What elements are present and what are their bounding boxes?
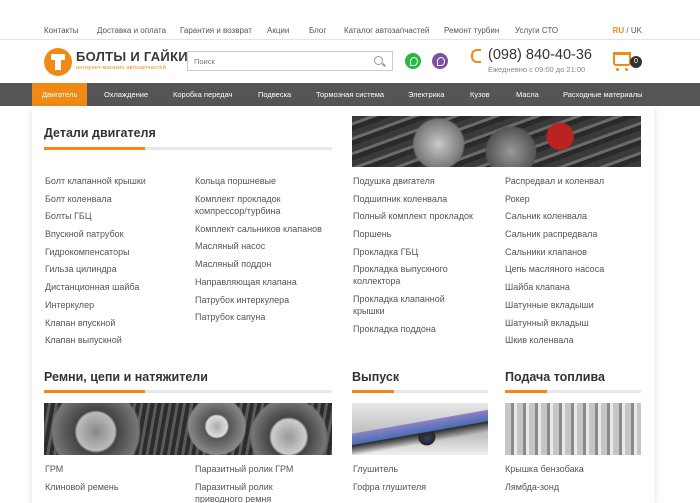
top-link-turbo-repair[interactable]: Ремонт турбин: [444, 26, 499, 35]
logo-name: БОЛТЫ И ГАЙКИ: [76, 49, 188, 64]
menu-link[interactable]: Масляный поддон: [195, 259, 271, 270]
menu-link[interactable]: Прокладка поддона: [353, 324, 436, 335]
lang-uk[interactable]: UK: [631, 26, 642, 35]
menu-link[interactable]: Подушка двигателя: [353, 176, 435, 187]
menu-link[interactable]: Подшипник коленвала: [353, 194, 447, 205]
menu-link[interactable]: приводного ремня: [195, 494, 271, 503]
top-links-bar: Контакты Доставка и оплата Гарантия и во…: [0, 0, 700, 40]
menu-link[interactable]: Паразитный ролик ГРМ: [195, 464, 293, 475]
menu-link[interactable]: Шатунные вкладыши: [505, 300, 594, 311]
menu-link[interactable]: Прокладка клапанной: [353, 294, 445, 305]
menu-link[interactable]: Полный комплект прокладок: [353, 211, 473, 222]
phone-number[interactable]: (098) 840-40-36: [488, 47, 592, 63]
menu-link[interactable]: Болт коленвала: [45, 194, 112, 205]
logo-bolt-icon: [44, 48, 72, 76]
exhaust-image: [352, 403, 488, 455]
menu-link[interactable]: Гофра глушителя: [353, 482, 426, 493]
top-link-delivery[interactable]: Доставка и оплата: [97, 26, 166, 35]
menu-link[interactable]: компрессор/турбина: [195, 206, 281, 217]
menu-link[interactable]: Глушитель: [353, 464, 398, 475]
menu-link[interactable]: Болт клапанной крышки: [45, 176, 146, 187]
menu-link[interactable]: Патрубок интеркулера: [195, 295, 289, 306]
cart-icon[interactable]: [613, 52, 631, 71]
section-underline: [505, 390, 641, 393]
search-icon[interactable]: [374, 56, 383, 65]
menu-link[interactable]: Болты ГБЦ: [45, 211, 92, 222]
menu-link[interactable]: Впускной патрубок: [45, 229, 124, 240]
menu-link[interactable]: Масляный насос: [195, 241, 265, 252]
menu-link[interactable]: Прокладка выпускного: [353, 264, 448, 275]
fuel-image: [505, 403, 641, 455]
section-underline: [44, 390, 332, 393]
nav-item-oils[interactable]: Масла: [516, 83, 539, 106]
top-link-promos[interactable]: Акции: [267, 26, 289, 35]
menu-link[interactable]: Кольца поршневые: [195, 176, 276, 187]
menu-link[interactable]: Паразитный ролик: [195, 482, 273, 493]
whatsapp-icon[interactable]: [405, 53, 421, 69]
top-link-catalog[interactable]: Каталог автозапчастей: [344, 26, 429, 35]
site-logo[interactable]: БОЛТЫ И ГАЙКИ интернет-магазин автозапча…: [44, 48, 188, 76]
section-title-engine: Детали двигателя: [44, 126, 156, 140]
menu-link[interactable]: крышки: [353, 306, 385, 317]
top-link-warranty[interactable]: Гарантия и возврат: [180, 26, 252, 35]
menu-link[interactable]: Интеркулер: [45, 300, 94, 311]
nav-item-consumables[interactable]: Расходные материалы: [563, 83, 643, 106]
menu-link[interactable]: Шатунный вкладыш: [505, 318, 589, 329]
belts-image: [44, 403, 332, 455]
menu-link[interactable]: Цепь масляного насоса: [505, 264, 604, 275]
logo-tagline: интернет-магазин автозапчастей: [76, 65, 166, 71]
section-title-fuel: Подача топлива: [505, 370, 605, 384]
nav-item-engine[interactable]: Двигатель: [32, 83, 88, 106]
menu-link[interactable]: Клиновой ремень: [45, 482, 119, 493]
nav-item-suspension[interactable]: Подвеска: [258, 83, 291, 106]
menu-link[interactable]: ГРМ: [45, 464, 63, 475]
menu-link[interactable]: коллектора: [353, 276, 400, 287]
menu-link[interactable]: Крышка бензобака: [505, 464, 584, 475]
menu-link[interactable]: Гидрокомпенсаторы: [45, 247, 130, 258]
menu-link[interactable]: Шайба клапана: [505, 282, 570, 293]
menu-link[interactable]: Сальник коленвала: [505, 211, 587, 222]
menu-link[interactable]: Клапан впускной: [45, 318, 115, 329]
menu-link[interactable]: Поршень: [353, 229, 391, 240]
menu-link[interactable]: Распредвал и коленвал: [505, 176, 604, 187]
menu-link[interactable]: Патрубок сапуна: [195, 312, 265, 323]
top-link-blog[interactable]: Блог: [309, 26, 326, 35]
top-link-contacts[interactable]: Контакты: [44, 26, 79, 35]
nav-item-gearbox[interactable]: Коробка передач: [173, 83, 233, 106]
menu-link[interactable]: Шкив коленвала: [505, 335, 574, 346]
category-nav: Двигатель Охлаждение Коробка передач Под…: [0, 83, 700, 106]
engine-image: [352, 116, 641, 167]
cart-count-badge: 0: [630, 56, 642, 68]
viber-icon[interactable]: [432, 53, 448, 69]
section-title-belts: Ремни, цепи и натяжители: [44, 370, 208, 384]
menu-link[interactable]: Комплект прокладок: [195, 194, 281, 205]
search-box: [187, 51, 393, 71]
section-underline: [352, 390, 488, 393]
section-title-exhaust: Выпуск: [352, 370, 400, 384]
menu-link[interactable]: Рокер: [505, 194, 530, 205]
menu-link[interactable]: Сальник распредвала: [505, 229, 597, 240]
menu-link[interactable]: Сальники клапанов: [505, 247, 587, 258]
language-switcher: RU / UK: [613, 26, 642, 35]
nav-item-body[interactable]: Кузов: [470, 83, 490, 106]
working-hours: Ежедневно с 09:00 до 21:00: [488, 65, 586, 74]
lang-separator: /: [626, 26, 629, 35]
menu-link[interactable]: Прокладка ГБЦ: [353, 247, 418, 258]
nav-item-electrics[interactable]: Электрика: [408, 83, 444, 106]
phone-icon: [471, 49, 481, 63]
nav-item-cooling[interactable]: Охлаждение: [104, 83, 148, 106]
menu-link[interactable]: Комплект сальников клапанов: [195, 224, 322, 235]
section-underline: [44, 147, 332, 150]
menu-link[interactable]: Гильза цилиндра: [45, 264, 117, 275]
menu-link[interactable]: Клапан выпускной: [45, 335, 122, 346]
menu-link[interactable]: Дистанционная шайба: [45, 282, 139, 293]
search-input[interactable]: [194, 55, 364, 68]
menu-link[interactable]: Лямбда-зонд: [505, 482, 559, 493]
top-link-service[interactable]: Услуги СТО: [515, 26, 558, 35]
nav-item-brakes[interactable]: Тормозная система: [316, 83, 384, 106]
lang-ru[interactable]: RU: [613, 26, 625, 35]
menu-link[interactable]: Направляющая клапана: [195, 277, 297, 288]
